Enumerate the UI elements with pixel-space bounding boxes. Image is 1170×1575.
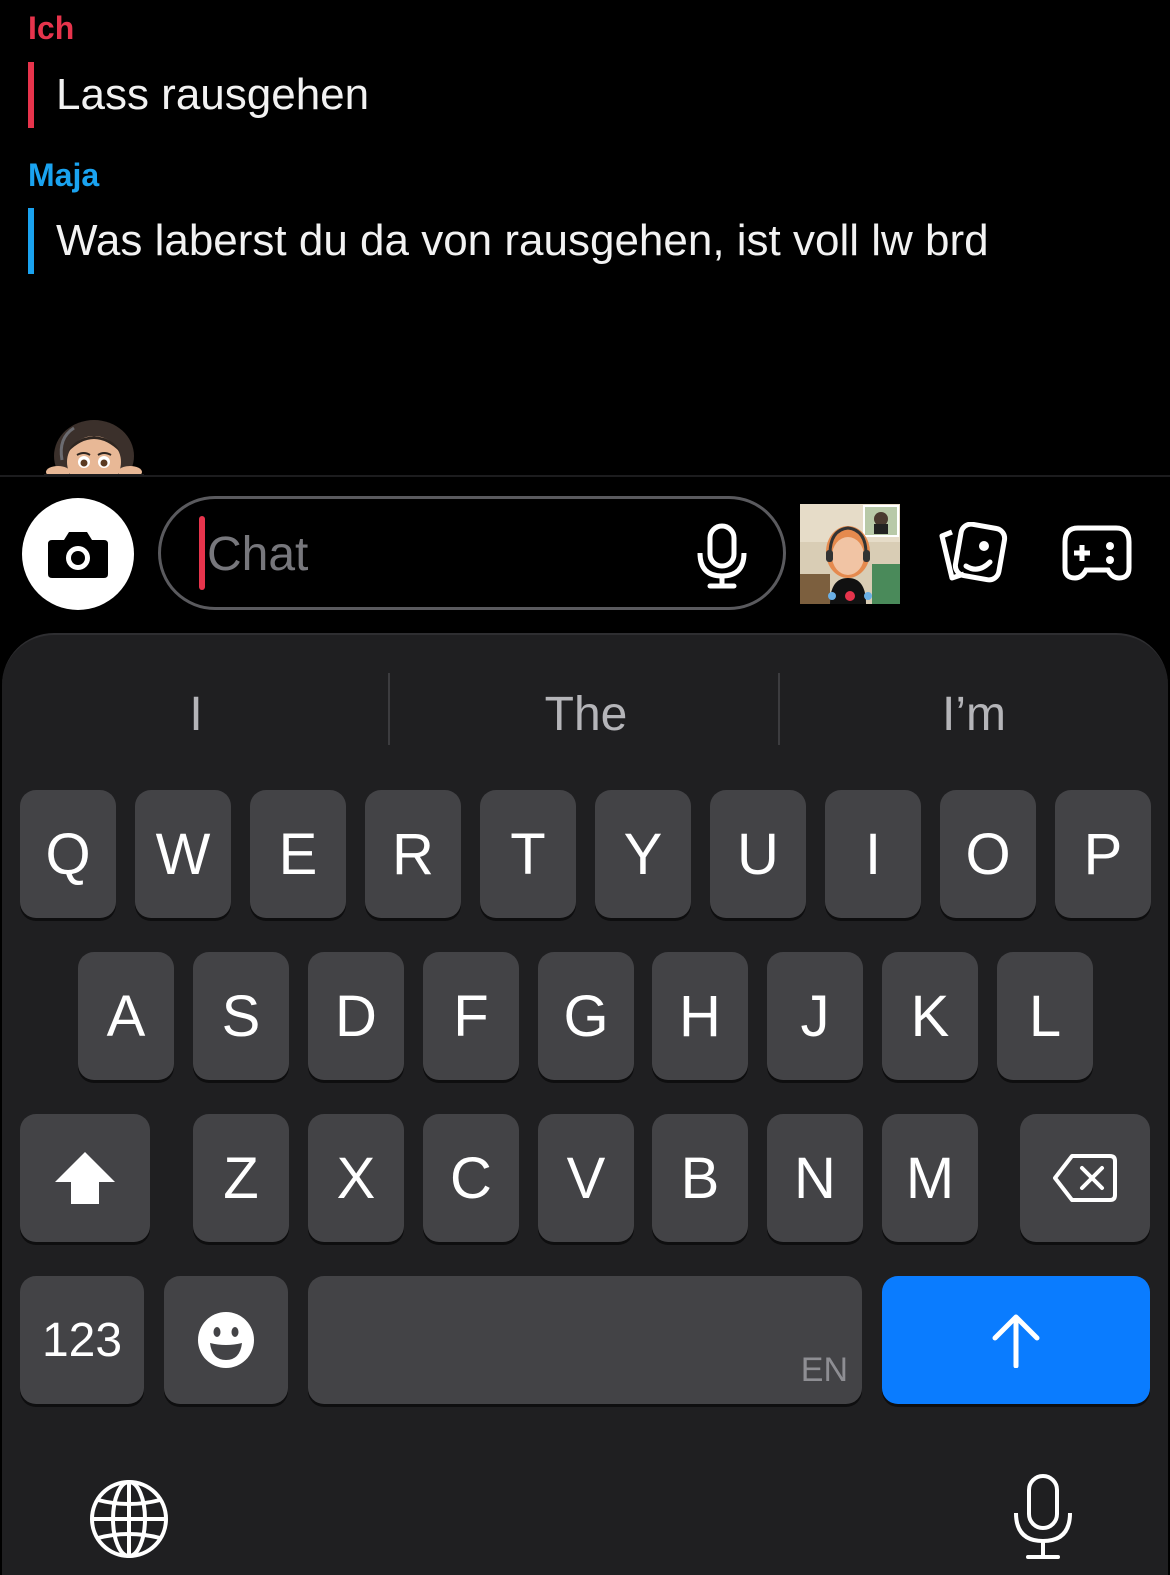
key-q[interactable]: Q <box>20 790 116 918</box>
key-i[interactable]: I <box>825 790 921 918</box>
globe-icon[interactable] <box>88 1478 170 1560</box>
key-t[interactable]: T <box>480 790 576 918</box>
memories-icon[interactable] <box>938 522 1008 586</box>
send-key[interactable] <box>882 1276 1150 1404</box>
key-w[interactable]: W <box>135 790 231 918</box>
text-caret <box>199 516 205 590</box>
key-m[interactable]: M <box>882 1114 978 1242</box>
key-x[interactable]: X <box>308 1114 404 1242</box>
camera-icon <box>48 532 108 578</box>
chat-input[interactable]: Chat <box>158 496 786 610</box>
key-u[interactable]: U <box>710 790 806 918</box>
suggestion-separator <box>388 673 390 745</box>
backspace-key[interactable] <box>1020 1114 1150 1242</box>
microphone-icon[interactable] <box>695 523 749 589</box>
key-o[interactable]: O <box>940 790 1036 918</box>
suggestion-3[interactable]: I’m <box>780 687 1168 742</box>
key-n[interactable]: N <box>767 1114 863 1242</box>
key-d[interactable]: D <box>308 952 404 1080</box>
peeking-bitmoji-avatar <box>44 420 144 476</box>
chat-input-placeholder: Chat <box>207 528 309 581</box>
bitmoji-call-button[interactable] <box>800 504 900 604</box>
numbers-key-label: 123 <box>41 1313 123 1367</box>
language-label: EN <box>800 1351 848 1389</box>
message-text[interactable]: Lass rausgehen <box>28 62 369 128</box>
message-text[interactable]: Was laberst du da von rausgehen, ist vol… <box>28 208 989 274</box>
key-b[interactable]: B <box>652 1114 748 1242</box>
backspace-icon <box>1053 1154 1117 1202</box>
key-c[interactable]: C <box>423 1114 519 1242</box>
key-y[interactable]: Y <box>595 790 691 918</box>
key-e[interactable]: E <box>250 790 346 918</box>
shift-key[interactable] <box>20 1114 150 1242</box>
key-a[interactable]: A <box>78 952 174 1080</box>
key-l[interactable]: L <box>997 952 1093 1080</box>
key-r[interactable]: R <box>365 790 461 918</box>
camera-button[interactable] <box>22 498 134 610</box>
games-controller-icon[interactable] <box>1062 524 1132 582</box>
dictation-microphone-icon[interactable] <box>1012 1473 1074 1561</box>
key-f[interactable]: F <box>423 952 519 1080</box>
chat-messages-area: Ich Lass rausgehen Maja Was laberst du d… <box>0 0 1170 476</box>
emoji-key[interactable] <box>164 1276 288 1404</box>
key-j[interactable]: J <box>767 952 863 1080</box>
message-sender: Ich <box>28 10 75 46</box>
key-p[interactable]: P <box>1055 790 1151 918</box>
keyboard: I The I’m Q W E R T Y U I O P A S D F G … <box>2 633 1168 1575</box>
key-g[interactable]: G <box>538 952 634 1080</box>
key-h[interactable]: H <box>652 952 748 1080</box>
message-sender: Maja <box>28 157 100 193</box>
shift-arrow-icon <box>55 1152 115 1204</box>
emoji-smiley-icon <box>198 1312 254 1368</box>
divider <box>0 475 1170 477</box>
space-key[interactable]: EN <box>308 1276 862 1404</box>
key-z[interactable]: Z <box>193 1114 289 1242</box>
key-k[interactable]: K <box>882 952 978 1080</box>
up-arrow-icon <box>992 1314 1040 1368</box>
key-s[interactable]: S <box>193 952 289 1080</box>
suggestion-2[interactable]: The <box>392 687 780 742</box>
numbers-key[interactable]: 123 <box>20 1276 144 1404</box>
key-v[interactable]: V <box>538 1114 634 1242</box>
suggestion-1[interactable]: I <box>2 687 390 742</box>
